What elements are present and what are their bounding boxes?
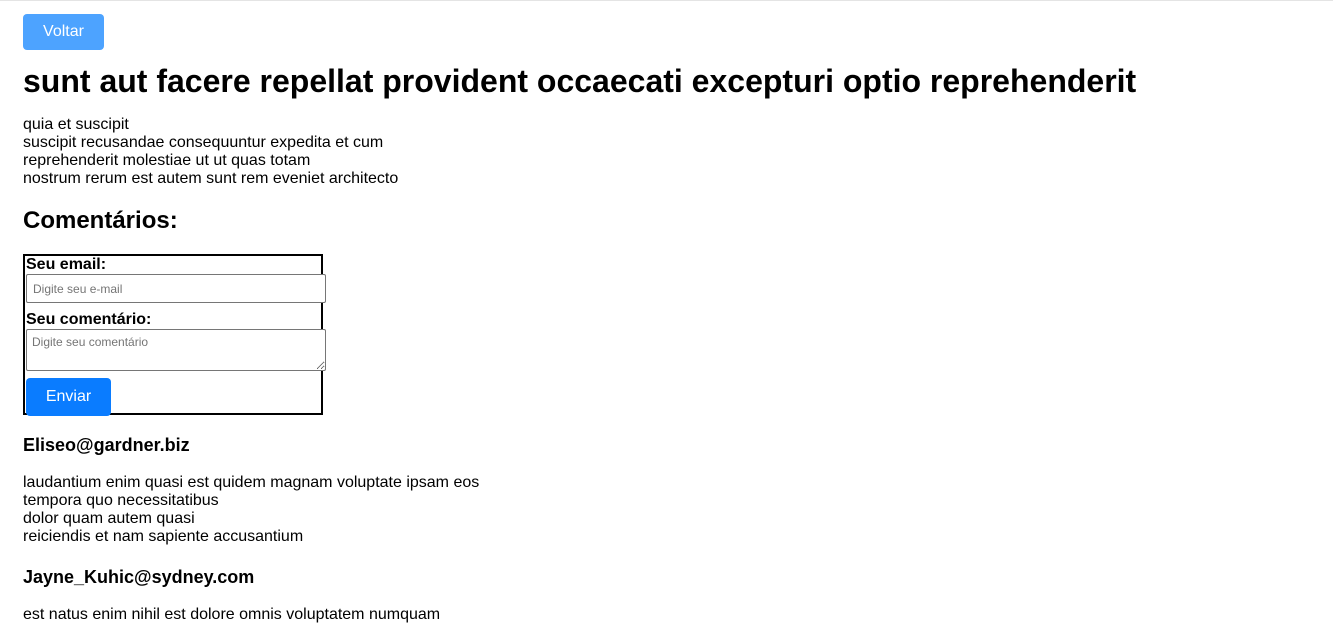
comment-item: Jayne_Kuhic@sydney.com est natus enim ni… bbox=[23, 566, 1333, 624]
comment-body: est natus enim nihil est dolore omnis vo… bbox=[23, 606, 1333, 624]
comment-item: Eliseo@gardner.biz laudantium enim quasi… bbox=[23, 434, 1333, 546]
post-body-line: reprehenderit molestiae ut ut quas totam bbox=[23, 152, 311, 169]
comment-body-line: tempora quo necessitatibus bbox=[23, 492, 219, 509]
back-button[interactable]: Voltar bbox=[23, 14, 104, 50]
comment-body-line: dolor quam autem quasi bbox=[23, 510, 195, 527]
comment-author-email: Jayne_Kuhic@sydney.com bbox=[23, 567, 255, 587]
comment-label: Seu comentário: bbox=[26, 311, 152, 328]
post-body-line: quia et suscipit bbox=[23, 116, 129, 133]
post-body-line: nostrum rerum est autem sunt rem eveniet… bbox=[23, 170, 399, 187]
post-page: Voltar sunt aut facere repellat providen… bbox=[23, 14, 1333, 624]
comments-heading: Comentários: bbox=[23, 207, 178, 234]
comment-form: Seu email: Seu comentário: Enviar bbox=[23, 254, 326, 416]
comment-body-line: laudantium enim quasi est quidem magnam … bbox=[23, 474, 480, 491]
send-button[interactable]: Enviar bbox=[26, 378, 111, 416]
post-title: sunt aut facere repellat provident occae… bbox=[23, 63, 1137, 99]
comment-author-email: Eliseo@gardner.biz bbox=[23, 435, 190, 455]
email-label: Seu email: bbox=[26, 256, 107, 273]
comment-body-line: est natus enim nihil est dolore omnis vo… bbox=[23, 606, 441, 623]
email-field[interactable] bbox=[26, 274, 326, 303]
comment-body-line: reiciendis et nam sapiente accusantium bbox=[23, 528, 304, 545]
comment-body: laudantium enim quasi est quidem magnam … bbox=[23, 474, 1333, 546]
comment-textarea[interactable] bbox=[26, 329, 326, 371]
post-body: quia et suscipit suscipit recusandae con… bbox=[23, 116, 1333, 188]
post-body-line: suscipit recusandae consequuntur expedit… bbox=[23, 134, 384, 151]
